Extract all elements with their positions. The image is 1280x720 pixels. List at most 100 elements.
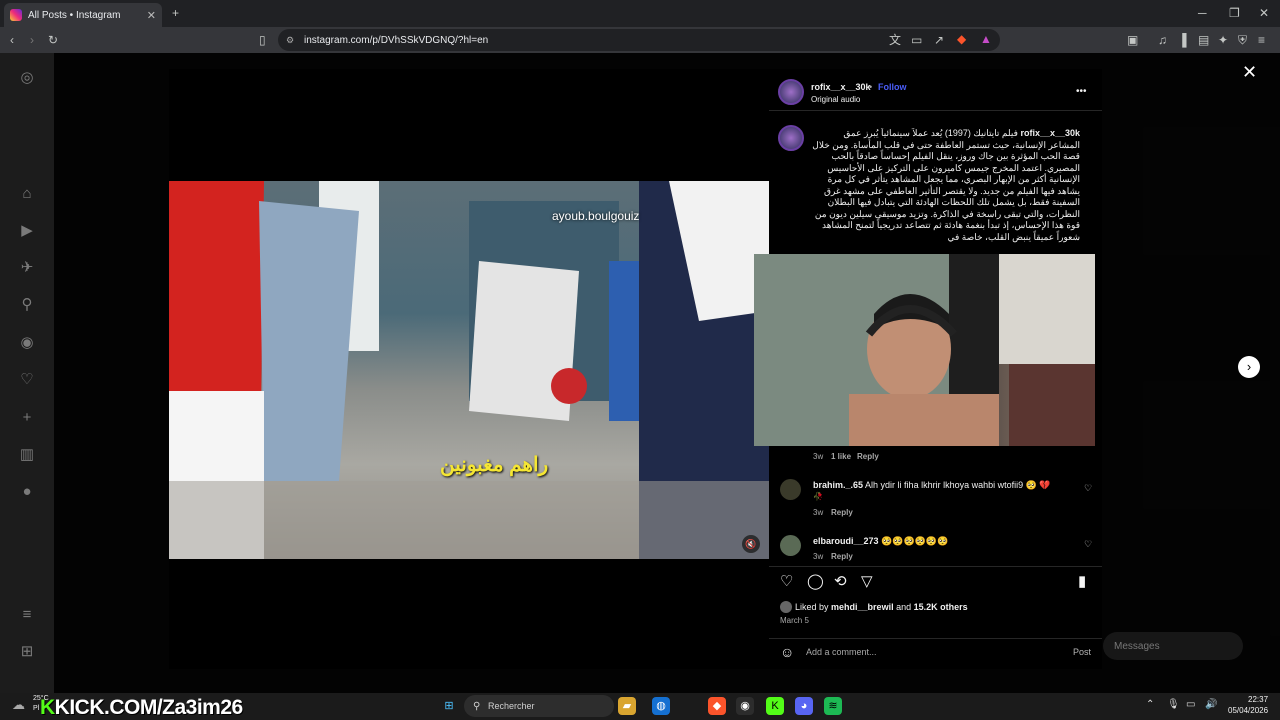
author-username[interactable]: rofix__x__30k (811, 82, 871, 92)
vpn-icon[interactable]: ⛨ (1238, 33, 1247, 47)
brave-shield-icon[interactable]: ◆ (957, 32, 966, 46)
steam-icon[interactable]: ◍ (652, 697, 670, 715)
comment-time: 3w (813, 452, 824, 461)
commenter-username[interactable]: brahim._.65 (813, 480, 863, 490)
new-tab-button[interactable]: + (172, 6, 179, 20)
post-date[interactable]: March 5 (780, 616, 809, 625)
audio-label[interactable]: Original audio (811, 95, 860, 104)
comment-time: 3w (813, 508, 824, 517)
kick-k-logo: K (40, 696, 55, 719)
clock-time[interactable]: 22:37 (1248, 695, 1268, 704)
post-video[interactable] (169, 181, 769, 559)
bookmark-icon[interactable]: ▯ (259, 33, 266, 47)
search-icon[interactable]: ⚲ (18, 296, 36, 314)
commenter-avatar[interactable] (780, 479, 801, 500)
comment-icon[interactable]: ◯ (807, 574, 824, 590)
instagram-favicon-icon (10, 9, 22, 21)
clock-date[interactable]: 05/04/2026 (1228, 706, 1268, 715)
likes-prefix: Liked by (795, 602, 829, 612)
site-info-icon[interactable]: ⚙ (286, 35, 294, 46)
cast-icon[interactable]: ▭ (911, 33, 922, 47)
spotify-icon[interactable]: ≋ (824, 697, 842, 715)
home-icon[interactable]: ⌂ (18, 185, 36, 203)
comment-text: brahim._.65 Alh ydir li fiha lkhrir lkho… (813, 480, 1051, 491)
liker-username[interactable]: mehdi__brewil (831, 602, 894, 612)
network-icon[interactable]: ▭ (1186, 699, 1195, 710)
brave-taskbar-icon[interactable]: ◆ (708, 697, 726, 715)
maximize-icon[interactable]: ❐ (1229, 6, 1240, 20)
close-window-icon[interactable]: ✕ (1259, 6, 1269, 20)
commenter-avatar[interactable] (780, 535, 801, 556)
share-icon[interactable]: ↗ (934, 33, 944, 47)
file-explorer-icon[interactable]: ▰ (618, 697, 636, 715)
leo-ai-icon[interactable]: ✦ (1218, 33, 1228, 47)
comment-reply-button[interactable]: Reply (831, 508, 853, 517)
wallet-icon[interactable]: ▤ (1198, 33, 1209, 47)
messages-label[interactable]: Messages (1114, 641, 1160, 652)
commenter-username[interactable]: elbaroudi__273 (813, 536, 879, 546)
weather-icon[interactable]: ☁ (12, 697, 25, 713)
explore-icon[interactable]: ◉ (18, 334, 36, 352)
comment-like-icon[interactable]: ♡ (1084, 483, 1092, 494)
back-icon[interactable]: ‹ (10, 33, 14, 47)
comment-like-icon[interactable]: ♡ (1084, 539, 1092, 550)
obs-icon[interactable]: ◉ (736, 697, 754, 715)
microphone-icon[interactable]: 🎙 (1167, 699, 1180, 710)
windows-start-icon[interactable]: ⊞ (440, 697, 458, 715)
reels-icon[interactable]: ▶ (18, 222, 36, 240)
system-tray-chevron-icon[interactable]: ⌃ (1146, 699, 1154, 710)
close-modal-icon[interactable]: ✕ (1242, 62, 1257, 83)
sidebar-panel-icon[interactable]: ▣ (1127, 33, 1138, 47)
liker-avatar[interactable] (780, 601, 792, 613)
comment-likes[interactable]: 1 like (831, 452, 851, 461)
create-icon[interactable]: + (18, 409, 36, 427)
dashboard-icon[interactable]: ▥ (18, 446, 36, 464)
minimize-icon[interactable]: ─ (1198, 6, 1207, 20)
music-icon[interactable]: ♫ (1158, 33, 1167, 47)
author-avatar[interactable] (778, 79, 804, 105)
taskbar-search[interactable]: ⚲ Rechercher (464, 695, 614, 717)
more-menu-icon[interactable]: ≡ (18, 606, 36, 624)
volume-icon[interactable]: 🔊 (1205, 699, 1217, 710)
discord-icon[interactable]: ◕ (795, 697, 813, 715)
direct-icon[interactable]: ✈ (18, 259, 36, 277)
caption-avatar[interactable] (778, 125, 804, 151)
stream-overlay-url: KICK.COM/Za3im26 (54, 696, 244, 719)
instagram-logo-icon[interactable]: ◎ (18, 69, 36, 87)
save-icon[interactable]: ▮ (1078, 574, 1086, 590)
post-caption: rofix__x__30k فيلم تايتانيك (1997) يُعد … (812, 128, 1080, 256)
likes-count[interactable]: 15.2K others (914, 602, 968, 612)
mute-button[interactable]: 🔇 (742, 535, 760, 553)
video-subtitle: راهم مغبونين (440, 454, 549, 476)
reload-icon[interactable]: ↻ (48, 33, 58, 47)
weather-desc: Pl (33, 705, 40, 712)
add-comment-input[interactable]: Add a comment... (806, 647, 877, 657)
close-tab-icon[interactable]: ✕ (147, 9, 156, 22)
profile-icon[interactable]: ● (18, 483, 36, 501)
video-watermark: ayoub.boulgouiz (552, 209, 640, 223)
emoji-icon[interactable]: ☺ (780, 644, 794, 660)
caption-author[interactable]: rofix__x__30k (1020, 128, 1080, 138)
translate-icon[interactable]: 文 (889, 33, 901, 47)
reader-icon[interactable]: ▐ (1178, 33, 1187, 47)
also-from-meta-icon[interactable]: ⊞ (18, 643, 36, 661)
repost-icon[interactable]: ⟲ (834, 574, 847, 590)
forward-icon[interactable]: › (30, 33, 34, 47)
post-comment-button[interactable]: Post (1073, 647, 1091, 657)
follow-button[interactable]: Follow (878, 82, 907, 92)
notifications-icon[interactable]: ♡ (18, 371, 36, 389)
menu-icon[interactable]: ≡ (1258, 33, 1265, 47)
actions-divider (769, 566, 1102, 567)
browser-tab[interactable]: All Posts • Instagram ✕ (4, 3, 162, 27)
brave-rewards-icon[interactable]: ▲ (980, 32, 992, 46)
video-frame-illustration (169, 181, 769, 559)
more-options-icon[interactable]: ••• (1076, 86, 1087, 97)
header-divider (769, 110, 1102, 111)
like-icon[interactable]: ♡ (780, 574, 793, 590)
share-post-icon[interactable]: ▽ (861, 574, 873, 590)
kick-app-icon[interactable]: K (766, 697, 784, 715)
next-post-icon[interactable]: › (1238, 356, 1260, 378)
tab-title: All Posts • Instagram (28, 9, 121, 21)
comment-reply-button[interactable]: Reply (857, 452, 879, 461)
comment-reply-button[interactable]: Reply (831, 552, 853, 561)
